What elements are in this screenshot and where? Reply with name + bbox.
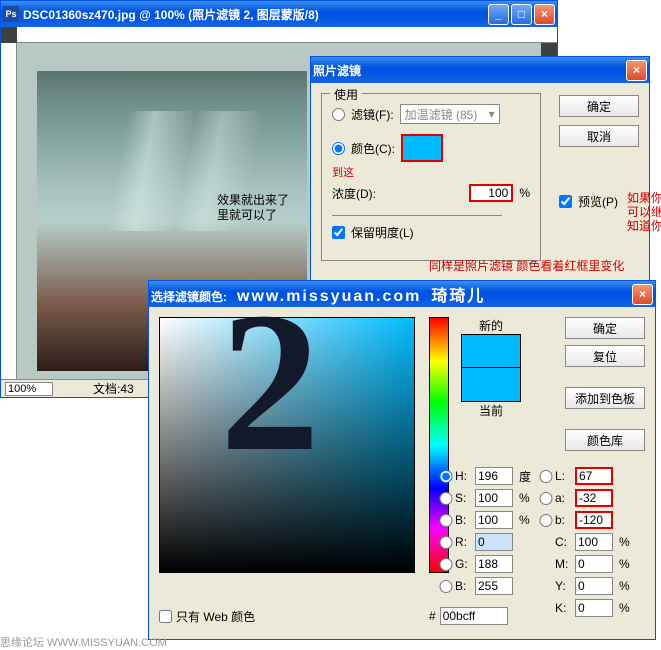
close-icon[interactable]: ×: [626, 60, 647, 81]
new-label: 新的: [461, 317, 521, 334]
filter-title: 照片滤镜: [313, 62, 626, 79]
cancel-button[interactable]: 取消: [559, 125, 639, 147]
ok-button[interactable]: 确定: [565, 317, 645, 339]
filter-combo[interactable]: 加温滤镜 (85)▾: [400, 104, 500, 124]
k-input[interactable]: [575, 599, 613, 617]
h-radio[interactable]: [439, 470, 453, 483]
color-picker-dialog: 选择滤镜颜色: www.missyuan.com 琦琦儿 × 2 新的 当前 确…: [148, 280, 656, 640]
color-swatch[interactable]: [401, 134, 443, 162]
red-note-right: 如果你觉得效果不够好 可以继续调一下色阶 知道你满意的效果: [627, 191, 661, 233]
doc-titlebar[interactable]: Ps DSC01360sz470.jpg @ 100% (照片滤镜 2, 图层蒙…: [1, 1, 557, 27]
brgb-radio[interactable]: [439, 580, 453, 593]
doc-title: DSC01360sz470.jpg @ 100% (照片滤镜 2, 图层蒙版/8…: [23, 6, 488, 23]
hex-row: #: [429, 607, 508, 625]
new-color: [461, 334, 521, 368]
color-radio-label: 颜色(C):: [351, 140, 395, 157]
reset-button[interactable]: 复位: [565, 345, 645, 367]
filter-radio[interactable]: [332, 108, 345, 121]
use-fieldset: 使用 滤镜(F): 加温滤镜 (85)▾ 颜色(C): 到这 浓度(D): % …: [321, 93, 541, 261]
hex-label: #: [429, 609, 436, 623]
app-icon: Ps: [3, 6, 19, 22]
red-note-bottom: 同样是照片滤镜 颜色看着红框里变化: [429, 259, 624, 273]
web-only-checkbox[interactable]: [159, 610, 172, 623]
a-input[interactable]: [575, 489, 613, 507]
current-color: [461, 368, 521, 402]
photo-filter-dialog: 照片滤镜 × 使用 滤镜(F): 加温滤镜 (85)▾ 颜色(C): 到这 浓度…: [310, 56, 650, 282]
color-values-grid: H:度 L: S:% a: B:% b: R: C:% G: M:% B: Y:…: [439, 467, 633, 617]
watermark-author: 琦琦儿: [431, 288, 485, 305]
s-input[interactable]: [475, 489, 513, 507]
watermark: www.missyuan.com: [237, 288, 421, 305]
g-radio[interactable]: [439, 558, 453, 571]
bv-radio[interactable]: [439, 514, 453, 527]
color-field[interactable]: 2: [159, 317, 415, 573]
zoom-input[interactable]: [5, 382, 53, 396]
close-button[interactable]: ×: [534, 4, 555, 25]
preserve-luminosity-label: 保留明度(L): [351, 224, 414, 241]
use-legend: 使用: [330, 86, 362, 103]
m-input[interactable]: [575, 555, 613, 573]
l-input[interactable]: [575, 467, 613, 485]
filter-radio-label: 滤镜(F):: [351, 106, 394, 123]
add-swatch-button[interactable]: 添加到色板: [565, 387, 645, 409]
preserve-luminosity-checkbox[interactable]: [332, 226, 345, 239]
g-input[interactable]: [475, 555, 513, 573]
bv-input[interactable]: [475, 511, 513, 529]
maximize-button[interactable]: □: [511, 4, 532, 25]
status-doc-label: 文档:43: [93, 380, 134, 397]
preview-label: 预览(P): [578, 193, 618, 210]
density-input[interactable]: [469, 184, 513, 202]
color-library-button[interactable]: 颜色库: [565, 429, 645, 451]
a-radio[interactable]: [539, 492, 553, 505]
density-slider[interactable]: [332, 210, 502, 216]
l-radio[interactable]: [539, 470, 553, 483]
minimize-button[interactable]: _: [488, 4, 509, 25]
annotation-text: 效果就出来了 里就可以了: [217, 193, 289, 223]
new-current-swatch: 新的 当前: [461, 317, 521, 419]
brgb-input[interactable]: [475, 577, 513, 595]
c-input[interactable]: [575, 533, 613, 551]
arrive-note: 到这: [332, 164, 530, 180]
color-radio[interactable]: [332, 142, 345, 155]
filter-titlebar[interactable]: 照片滤镜 ×: [311, 57, 649, 83]
r-radio[interactable]: [439, 536, 453, 549]
preview-checkbox[interactable]: [559, 195, 572, 208]
page-footer: 思缘论坛 WWW.MISSYUAN.COM: [0, 634, 167, 650]
horizontal-ruler: [17, 27, 557, 43]
web-only-label: 只有 Web 颜色: [176, 608, 255, 625]
picker-titlebar[interactable]: 选择滤镜颜色: www.missyuan.com 琦琦儿 ×: [149, 281, 655, 307]
b-radio[interactable]: [539, 514, 553, 527]
picker-title: 选择滤镜颜色: www.missyuan.com 琦琦儿: [151, 282, 632, 306]
vertical-ruler: [1, 43, 17, 381]
b-input[interactable]: [575, 511, 613, 529]
r-input[interactable]: [475, 533, 513, 551]
h-input[interactable]: [475, 467, 513, 485]
density-unit: %: [519, 186, 530, 200]
y-input[interactable]: [575, 577, 613, 595]
hex-input[interactable]: [440, 607, 508, 625]
close-icon[interactable]: ×: [632, 284, 653, 305]
density-label: 浓度(D):: [332, 185, 376, 202]
s-radio[interactable]: [439, 492, 453, 505]
current-label: 当前: [461, 402, 521, 419]
ok-button[interactable]: 确定: [559, 95, 639, 117]
